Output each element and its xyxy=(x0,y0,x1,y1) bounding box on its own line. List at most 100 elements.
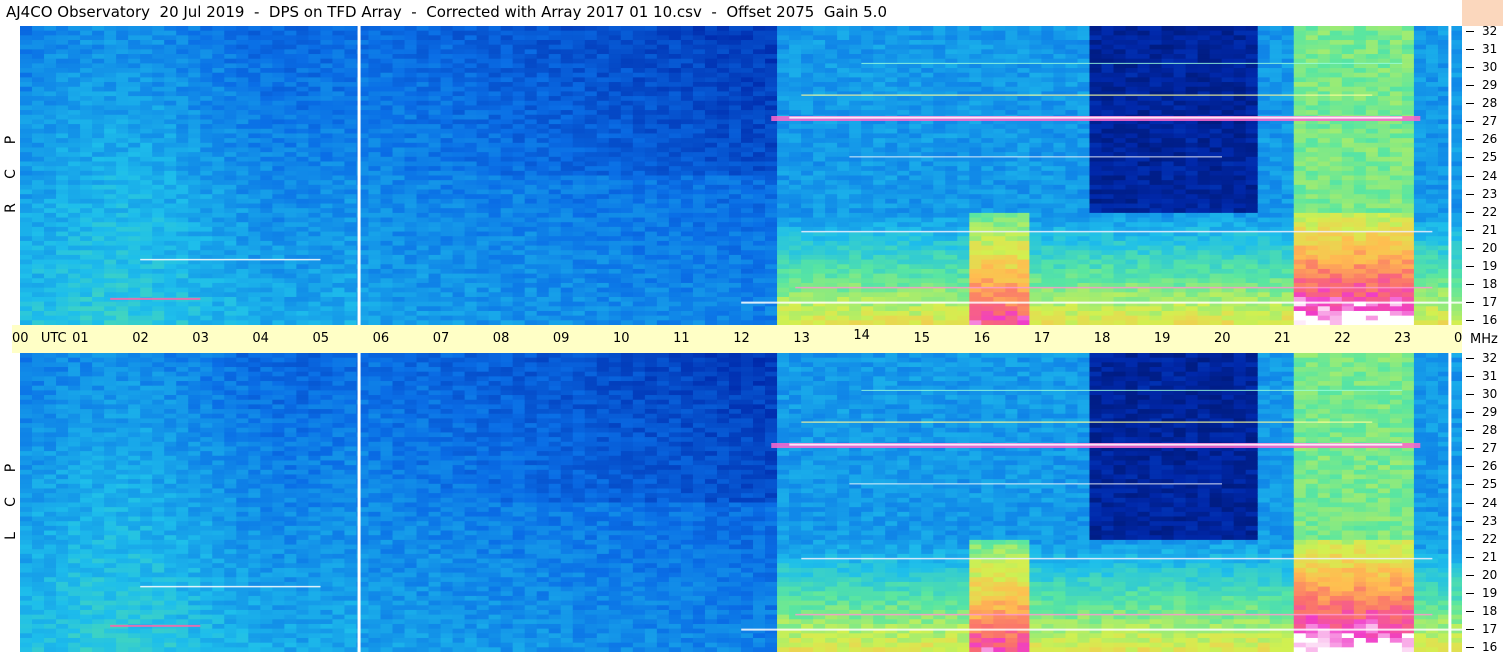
heatmap-cell xyxy=(813,222,826,228)
heatmap-cell xyxy=(164,54,177,60)
heatmap-cell xyxy=(392,35,406,41)
heatmap-cell xyxy=(873,245,886,251)
heatmap-cell xyxy=(620,152,634,158)
heatmap-cell xyxy=(921,306,934,312)
heatmap-cell xyxy=(380,82,394,88)
heatmap-cell xyxy=(572,147,586,153)
heatmap-cell xyxy=(20,68,33,74)
heatmap-cell xyxy=(260,63,273,69)
heatmap-cell xyxy=(728,40,742,46)
heatmap-cell xyxy=(224,166,237,172)
heatmap-cell xyxy=(164,222,177,228)
heatmap-cell xyxy=(861,175,874,181)
heatmap-cell xyxy=(500,184,514,191)
heatmap-cell xyxy=(212,292,225,298)
heatmap-cell xyxy=(164,273,177,279)
heatmap-cell xyxy=(368,166,382,172)
heatmap-cell xyxy=(68,287,81,293)
heatmap-cell xyxy=(20,198,33,205)
heatmap-cell xyxy=(104,86,117,92)
heatmap-cell xyxy=(548,30,562,36)
heatmap-cell xyxy=(873,254,886,261)
heatmap-cell xyxy=(921,110,934,116)
heatmap-cell xyxy=(897,184,910,191)
heatmap-cell xyxy=(56,100,69,107)
heatmap-cell xyxy=(488,301,502,307)
heatmap-cell xyxy=(104,128,117,135)
heatmap-cell xyxy=(200,194,213,200)
heatmap-cell xyxy=(44,54,57,60)
heatmap-cell xyxy=(680,273,694,279)
heatmap-cell xyxy=(608,30,622,36)
heatmap-cell xyxy=(368,292,382,298)
heatmap-cell xyxy=(536,217,550,223)
heatmap-cell xyxy=(945,105,958,111)
heatmap-cell xyxy=(452,49,466,55)
heatmap-cell xyxy=(825,96,838,102)
heatmap-cell xyxy=(608,40,622,46)
heatmap-cell xyxy=(164,231,177,237)
heatmap-cell xyxy=(596,282,610,289)
heatmap-cell xyxy=(344,278,358,284)
heatmap-cell xyxy=(284,222,297,228)
heatmap-cell xyxy=(368,124,382,130)
heatmap-cell xyxy=(200,217,213,223)
heatmap-cell xyxy=(176,58,189,64)
heatmap-cell xyxy=(176,105,189,111)
heatmap-cell xyxy=(236,259,249,265)
heatmap-cell xyxy=(572,44,586,50)
heatmap-cell xyxy=(152,114,165,121)
heatmap-cell xyxy=(164,250,177,256)
heatmap-cell xyxy=(380,152,394,158)
heatmap-cell xyxy=(368,250,382,256)
heatmap-cell xyxy=(644,77,658,83)
heatmap-cell xyxy=(825,315,838,321)
heatmap-cell xyxy=(596,250,610,256)
heatmap-cell xyxy=(716,194,730,200)
heatmap-cell xyxy=(861,44,874,50)
heatmap-cell xyxy=(344,212,358,219)
heatmap-cell xyxy=(56,138,69,144)
heatmap-cell xyxy=(813,203,826,209)
heatmap-cell xyxy=(224,114,237,121)
heatmap-cell xyxy=(921,198,934,205)
heatmap-cell xyxy=(404,128,418,135)
heatmap-cell xyxy=(897,96,910,102)
heatmap-cell xyxy=(488,292,502,298)
heatmap-cell xyxy=(620,236,634,242)
heatmap-cell xyxy=(741,156,754,163)
heatmap-cell xyxy=(849,240,862,247)
heatmap-cell xyxy=(668,142,682,149)
heatmap-cell xyxy=(825,240,838,247)
heatmap-cell xyxy=(897,147,910,153)
heatmap-cell xyxy=(536,77,550,83)
heatmap-cell xyxy=(212,170,225,177)
heatmap-cell xyxy=(368,310,382,317)
heatmap-cell xyxy=(476,40,490,46)
heatmap-cell xyxy=(753,240,766,247)
heatmap-cell xyxy=(536,152,550,158)
heatmap-cell xyxy=(813,259,826,265)
heatmap-cell xyxy=(200,287,213,293)
heatmap-cell xyxy=(272,124,285,130)
heatmap-cell xyxy=(20,194,33,200)
heatmap-cell xyxy=(344,26,358,32)
heatmap-cell xyxy=(897,180,910,186)
heatmap-cell xyxy=(704,68,718,74)
heatmap-cell xyxy=(825,166,838,172)
heatmap-cell xyxy=(921,217,934,223)
heatmap-cell xyxy=(56,54,69,60)
heatmap-cell xyxy=(152,152,165,158)
heatmap-cell xyxy=(56,217,69,223)
heatmap-cell xyxy=(933,44,946,50)
heatmap-cell xyxy=(416,128,430,135)
heatmap-cell xyxy=(164,287,177,293)
heatmap-cell xyxy=(765,124,778,130)
heatmap-cell xyxy=(20,110,33,116)
heatmap-cell xyxy=(572,77,586,83)
heatmap-cell xyxy=(644,268,658,275)
heatmap-cell xyxy=(512,138,526,144)
heatmap-cell xyxy=(921,222,934,228)
heatmap-cell xyxy=(825,138,838,144)
heatmap-cell xyxy=(440,100,454,107)
